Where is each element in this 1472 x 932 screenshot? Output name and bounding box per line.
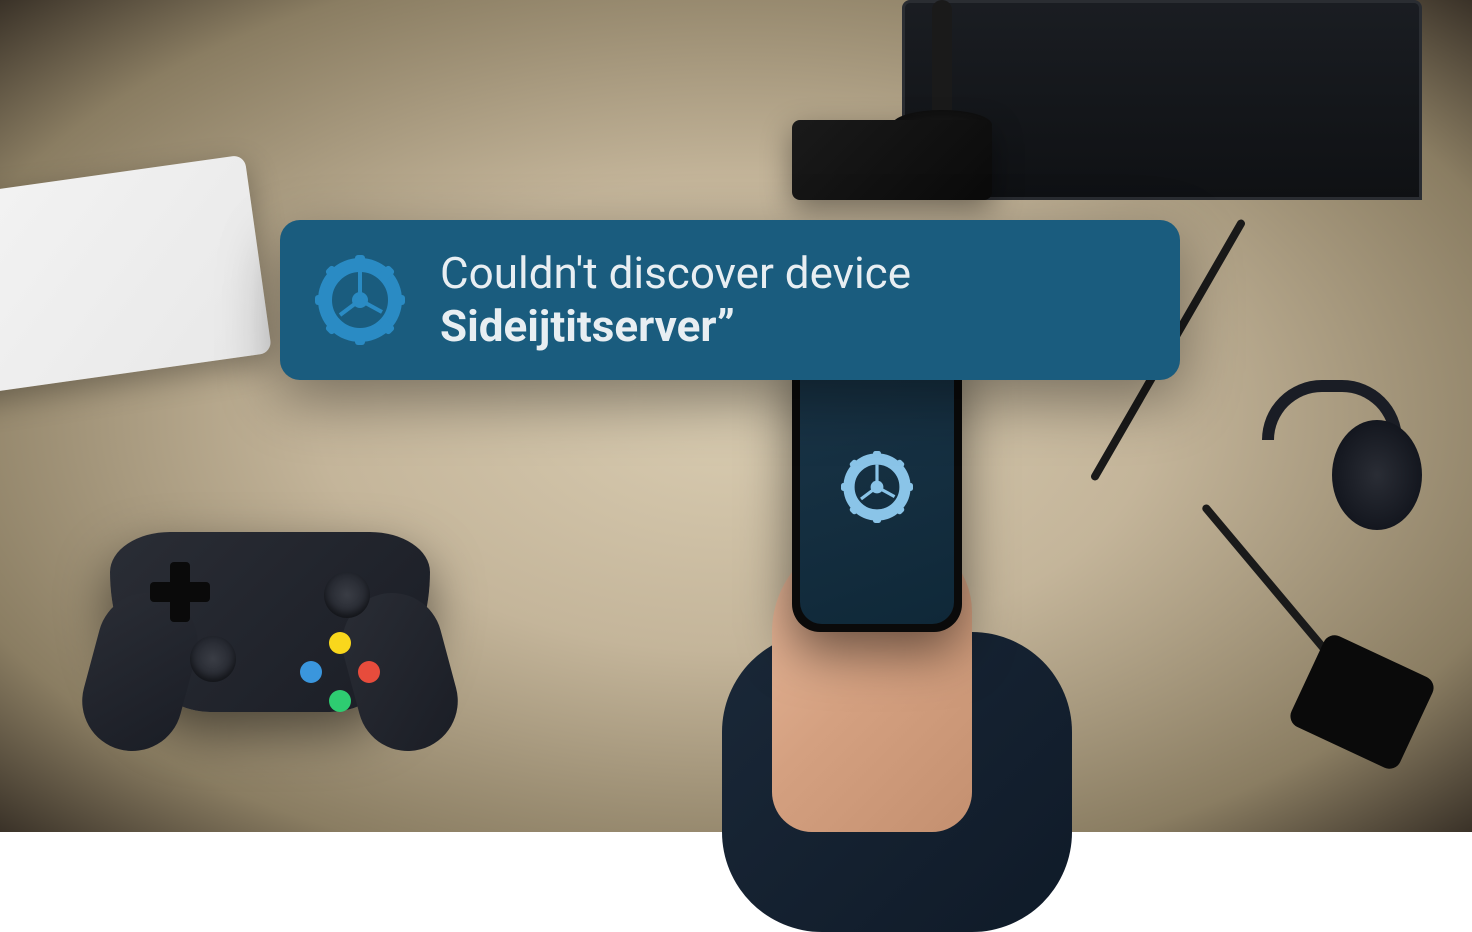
button-x — [300, 661, 322, 683]
error-message-line1: Couldn't discover device — [440, 247, 911, 300]
analog-stick-right — [324, 572, 370, 618]
button-a — [329, 690, 351, 712]
dpad-icon — [150, 562, 210, 622]
error-message-line2: Sideijtitserver” — [440, 300, 911, 353]
phone-screen — [800, 350, 954, 624]
gear-icon — [310, 250, 410, 350]
hand-holding-phone — [672, 332, 1072, 832]
router-device — [792, 120, 992, 200]
error-text-container: Couldn't discover device Sideijtitserver… — [440, 247, 911, 353]
error-notification-banner: Couldn't discover device Sideijtitserver… — [280, 220, 1180, 380]
gear-icon — [837, 447, 917, 527]
smartphone — [792, 342, 962, 632]
game-controller — [60, 472, 480, 772]
button-y — [329, 632, 351, 654]
headphones — [1262, 380, 1462, 580]
button-b — [358, 661, 380, 683]
analog-stick-left — [190, 636, 236, 682]
